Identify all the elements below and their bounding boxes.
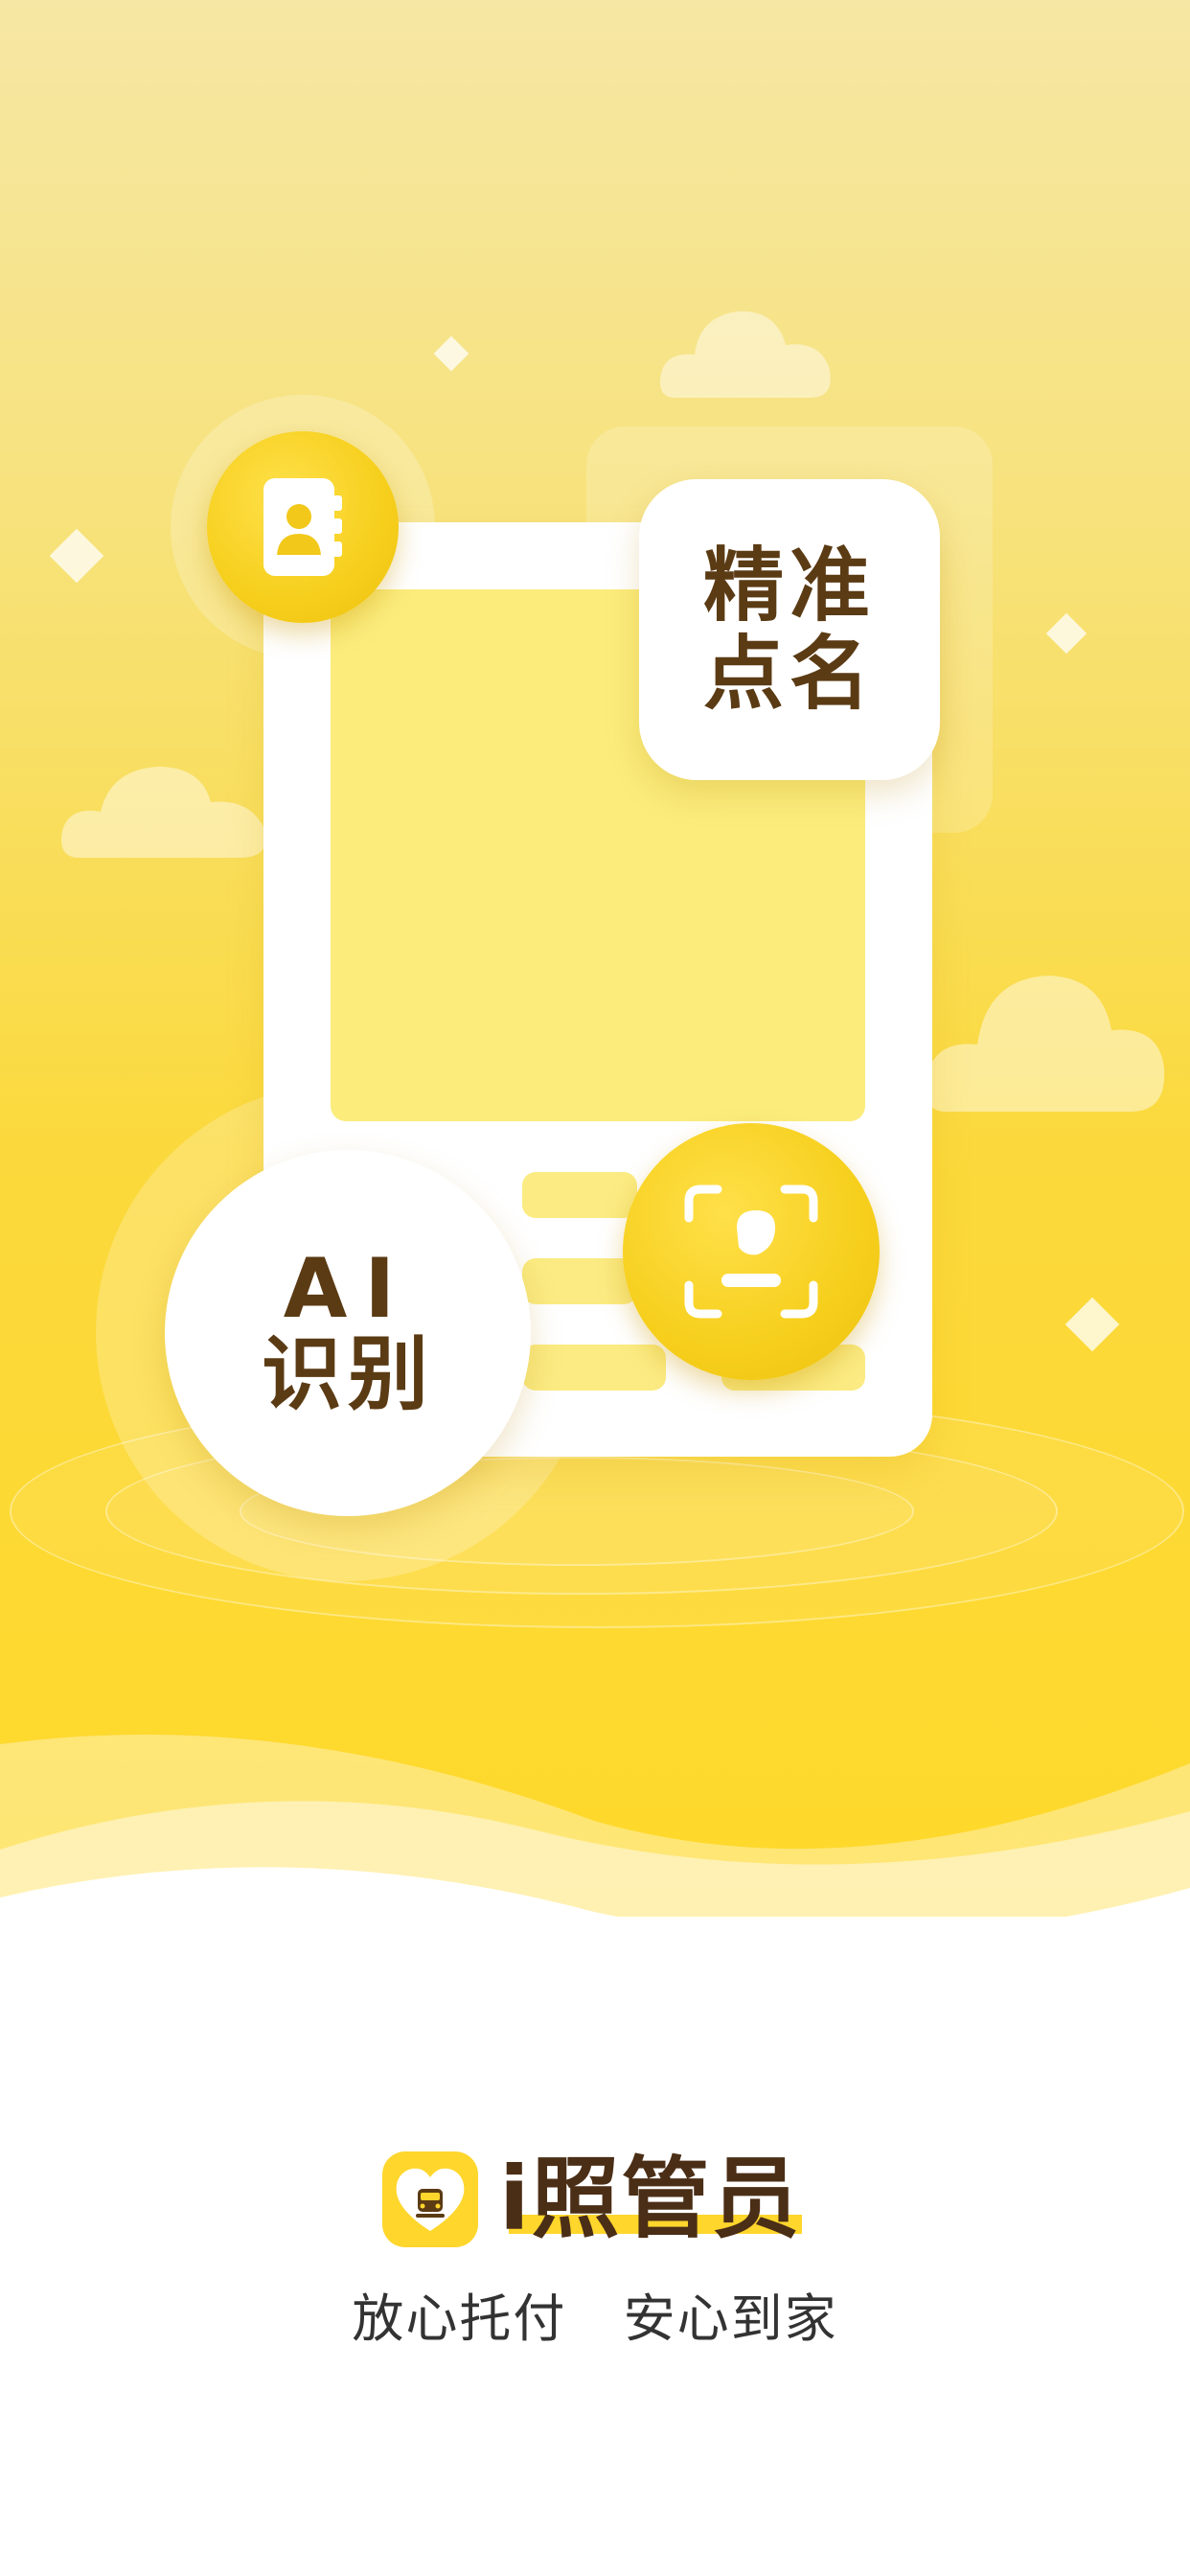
heart-bus-logo-icon — [382, 2151, 478, 2247]
contact-book-icon — [207, 431, 399, 623]
sparkle-decoration — [49, 528, 104, 584]
phone-list-bar — [522, 1345, 666, 1391]
phone-list-bar — [522, 1172, 637, 1218]
ai-recognition-line2: 识别 — [261, 1327, 434, 1421]
slogan: 放心托付 安心到家 — [0, 2276, 1190, 2352]
phone-list-bar — [522, 1258, 637, 1304]
cloud-decoration — [61, 767, 266, 858]
app-name: i照管员 — [499, 2148, 802, 2250]
sparkle-decoration — [1064, 1297, 1120, 1352]
cloud-decoration — [660, 310, 831, 398]
precise-roll-call-card: 精准 点名 — [639, 479, 940, 780]
slogan-part1: 放心托付 — [352, 2288, 567, 2349]
precise-roll-call-line2: 点名 — [702, 627, 876, 721]
cloud-decoration — [926, 976, 1165, 1112]
wave-divider — [0, 1735, 1190, 1917]
precise-roll-call-line1: 精准 — [702, 539, 876, 632]
slogan-part2: 安心到家 — [623, 2288, 838, 2349]
app-name-wrap: i照管员 — [499, 2151, 802, 2247]
sparkle-decoration — [1045, 612, 1087, 655]
ai-recognition-card: AI 识别 — [165, 1150, 531, 1516]
ai-recognition-line1: AI — [283, 1241, 413, 1337]
splash-hero: 精准 点名 AI 识别 — [0, 0, 1190, 1917]
sparkle-decoration — [433, 335, 469, 372]
brand-lockup: i照管员 — [382, 2147, 802, 2252]
face-scan-icon — [623, 1123, 880, 1380]
